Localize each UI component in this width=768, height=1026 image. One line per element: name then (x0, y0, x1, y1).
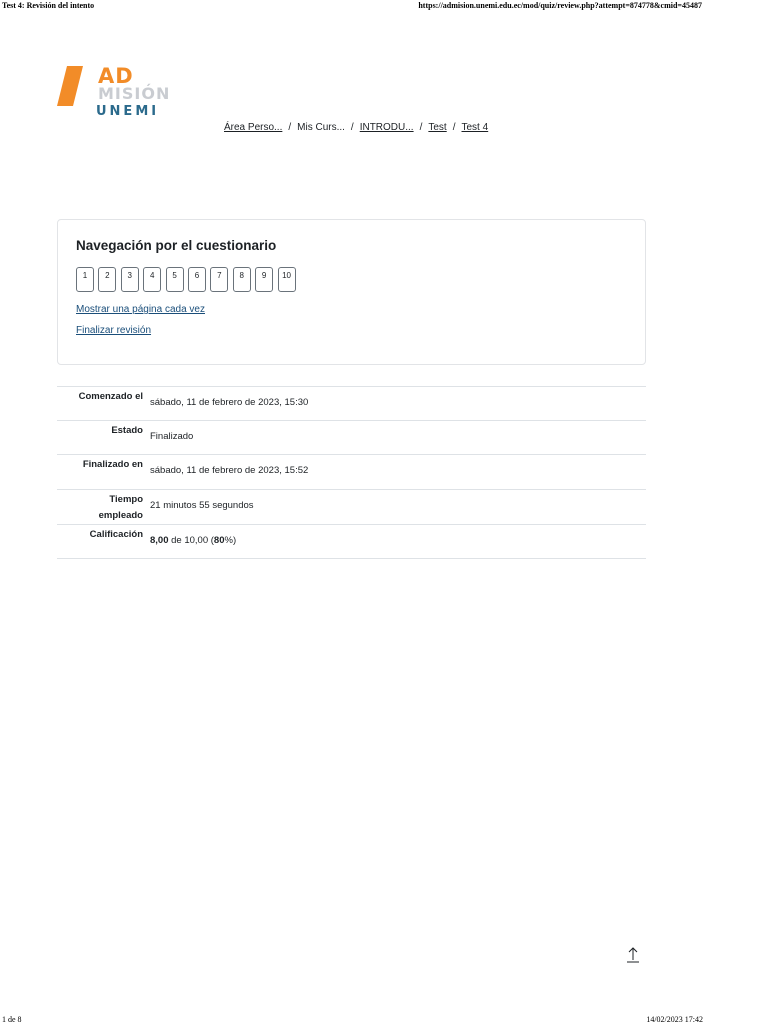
print-datetime: 14/02/2023 17:42 (646, 1015, 703, 1024)
breadcrumb: Área Perso... / Mis Curs... / INTRODU...… (224, 122, 488, 133)
question-button-2[interactable]: 2 (98, 267, 117, 292)
question-button-5[interactable]: 5 (165, 267, 184, 292)
summary-row-state: Estado Finalizado (57, 420, 646, 454)
print-page-count: 1 de 8 (2, 1015, 22, 1024)
print-header: Test 4: Revisión del intento https://adm… (0, 0, 768, 12)
grade-of: de 10,00 ( (168, 535, 214, 546)
time-label-line-1: Tiempo (109, 494, 143, 505)
time-value: 21 minutos 55 segundos (150, 500, 254, 511)
grade-close: %) (224, 535, 237, 546)
breadcrumb-item-area-personal[interactable]: Área Perso... (224, 122, 282, 133)
time-label-line-2: empleado (98, 510, 143, 521)
breadcrumb-item-mis-cursos[interactable]: Mis Curs... (297, 122, 345, 133)
question-button-1[interactable]: 1 (76, 267, 94, 292)
breadcrumb-separator: / (452, 122, 456, 133)
question-button-10[interactable]: 10 (277, 267, 296, 292)
state-label: Estado (111, 425, 143, 436)
breadcrumb-item-test-4[interactable]: Test 4 (462, 122, 489, 133)
breadcrumb-item-test[interactable]: Test (428, 122, 446, 133)
summary-row-started: Comenzado el sábado, 11 de febrero de 20… (57, 386, 646, 420)
question-button-3[interactable]: 3 (120, 267, 139, 292)
time-label: Tiempo empleado (99, 492, 143, 524)
state-value: Finalizado (150, 431, 194, 442)
print-page-title: Test 4: Revisión del intento (2, 1, 95, 10)
question-button-9[interactable]: 9 (255, 267, 274, 292)
finished-label: Finalizado en (82, 459, 143, 470)
summary-row-grade: Calificación 8,00 de 10,00 (80%) (57, 524, 646, 559)
summary-row-finished: Finalizado en sábado, 11 de febrero de 2… (57, 454, 646, 489)
quiz-navigation-title: Navegación por el cuestionario (76, 238, 277, 253)
breadcrumb-separator: / (419, 122, 423, 133)
breadcrumb-separator: / (288, 122, 292, 133)
logo-accent-bar (57, 66, 83, 106)
breadcrumb-item-course[interactable]: INTRODU... (360, 122, 414, 133)
logo-bottom-text: UNEMI (96, 104, 160, 119)
breadcrumb-separator: / (350, 122, 354, 133)
started-label: Comenzado el (78, 391, 143, 402)
finish-review-link[interactable]: Finalizar revisión (76, 325, 151, 336)
show-one-page-link[interactable]: Mostrar una página cada vez (76, 304, 205, 315)
print-page-url: https://admision.unemi.edu.ec/mod/quiz/r… (418, 1, 702, 10)
question-button-7[interactable]: 7 (210, 267, 229, 292)
attempt-summary-table: Comenzado el sábado, 11 de febrero de 20… (57, 386, 646, 559)
grade-label: Calificación (89, 529, 143, 540)
quiz-navigation-block: Navegación por el cuestionario 1 2 3 4 5… (57, 219, 646, 365)
summary-row-time: Tiempo empleado 21 minutos 55 segundos (57, 489, 646, 524)
site-logo[interactable]: AD MISIÓN UNEMI (57, 64, 188, 120)
question-button-6[interactable]: 6 (187, 267, 206, 292)
question-button-list: 1 2 3 4 5 6 7 8 9 10 (76, 267, 300, 292)
logo-faded-text: MISIÓN (98, 84, 171, 103)
grade-score: 8,00 (150, 535, 169, 546)
started-value: sábado, 11 de febrero de 2023, 15:30 (150, 397, 309, 408)
arrow-up-icon[interactable] (626, 946, 640, 964)
question-button-8[interactable]: 8 (232, 267, 251, 292)
finished-value: sábado, 11 de febrero de 2023, 15:52 (150, 465, 309, 476)
print-footer: 1 de 8 14/02/2023 17:42 (0, 1014, 768, 1026)
grade-value: 8,00 de 10,00 (80%) (150, 535, 236, 546)
grade-percent: 80 (213, 535, 225, 546)
question-button-4[interactable]: 4 (143, 267, 162, 292)
